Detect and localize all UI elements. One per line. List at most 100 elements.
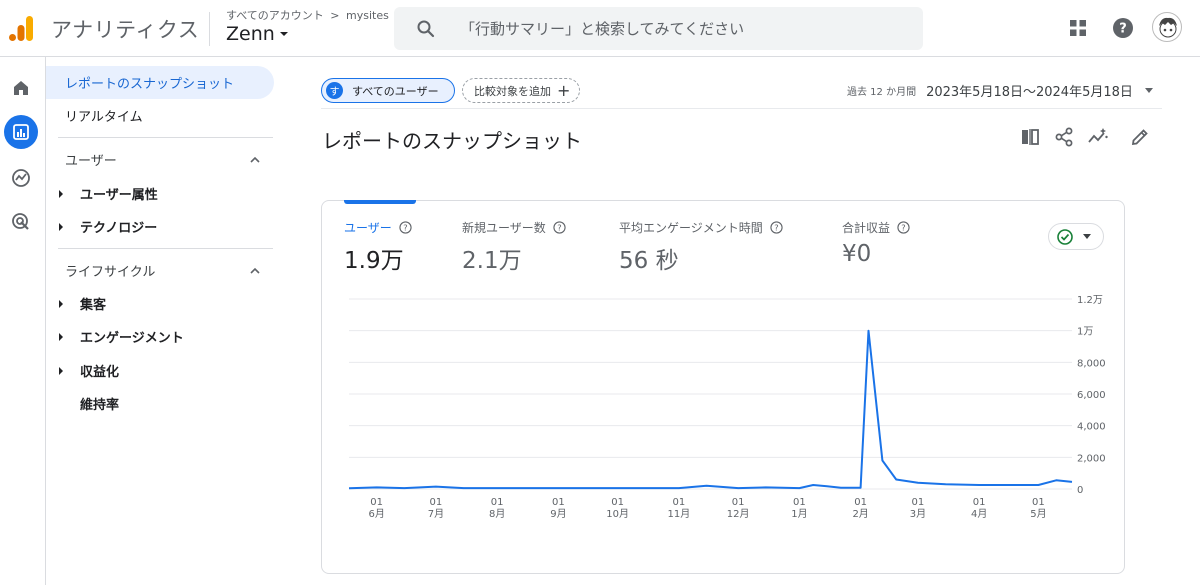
divider xyxy=(58,137,273,138)
rail-advertising[interactable] xyxy=(4,205,38,239)
metric-label: ユーザー xyxy=(344,221,392,235)
search-bar[interactable] xyxy=(394,7,923,50)
svg-text:?: ? xyxy=(1119,22,1127,37)
y-tick-label: 6,000 xyxy=(1077,390,1106,401)
nav-item-technology[interactable]: テクノロジー xyxy=(46,210,274,243)
x-tick-day-label: 01 xyxy=(491,497,504,508)
nav-item-label: 維持率 xyxy=(80,398,120,413)
nav-item-label: テクノロジー xyxy=(80,221,158,236)
divider xyxy=(58,248,273,249)
nav-item-label: エンゲージメント xyxy=(80,331,184,346)
x-tick-day-label: 01 xyxy=(912,497,925,508)
compare-columns-icon[interactable] xyxy=(1019,126,1041,148)
search-icon xyxy=(417,20,435,37)
app-title: アナリティクス xyxy=(51,18,200,42)
nav-item-label: 集客 xyxy=(80,298,107,313)
date-range-value: 2023年5月18日～2024年5月18日 xyxy=(926,85,1133,100)
y-tick-label: 8,000 xyxy=(1077,358,1106,369)
caret-right-icon xyxy=(59,300,63,308)
nav-section-label: ライフサイクル xyxy=(65,264,156,280)
metric-tab-avg-engagement-time[interactable]: 平均エンゲージメント時間 ? 56 秒 xyxy=(619,219,783,275)
metric-tab-users[interactable]: ユーザー ? 1.9万 xyxy=(344,219,412,275)
metric-label: 合計収益 xyxy=(842,221,891,235)
caret-right-icon xyxy=(59,190,63,198)
nav-item-label: ユーザー属性 xyxy=(80,188,158,203)
share-icon[interactable] xyxy=(1053,126,1075,148)
date-range-prefix: 過去 12 か月間 xyxy=(847,87,917,98)
help-circle-icon[interactable]: ? xyxy=(399,221,412,234)
x-tick-month-label: 9月 xyxy=(550,508,566,520)
help-circle-icon[interactable]: ? xyxy=(553,221,566,234)
svg-text:?: ? xyxy=(403,223,407,233)
nav-section-label: ユーザー xyxy=(65,153,117,169)
nav-item-realtime[interactable]: リアルタイム xyxy=(46,99,274,132)
nav-item-retention[interactable]: 維持率 xyxy=(46,387,274,420)
metric-label: 新規ユーザー数 xyxy=(462,221,546,235)
insights-icon[interactable] xyxy=(1087,126,1109,148)
advertising-icon xyxy=(12,213,29,230)
analytics-logo-icon[interactable] xyxy=(8,14,34,42)
breadcrumb[interactable]: すべてのアカウント > mysites xyxy=(226,7,389,23)
add-comparison-label: 比較対象を追加 xyxy=(474,84,551,98)
nav-item-monetization[interactable]: 収益化 xyxy=(46,354,274,387)
help-circle-icon[interactable]: ? xyxy=(770,221,783,234)
x-tick-month-label: 5月 xyxy=(1030,508,1046,520)
chevron-up-icon xyxy=(250,267,260,274)
x-tick-day-label: 01 xyxy=(430,497,443,508)
rail-home[interactable] xyxy=(4,71,38,105)
divider xyxy=(209,12,210,46)
rail-reports[interactable] xyxy=(4,115,38,149)
caret-right-icon xyxy=(59,223,63,231)
property-name: Zenn xyxy=(226,23,275,45)
property-selector[interactable]: Zenn xyxy=(226,23,289,45)
rail-explore[interactable] xyxy=(4,161,38,195)
metric-tab-total-revenue[interactable]: 合計収益 ? ¥0 xyxy=(842,219,910,267)
metric-tab-new-users[interactable]: 新規ユーザー数 ? 2.1万 xyxy=(462,219,566,275)
edit-pencil-icon[interactable] xyxy=(1129,126,1151,148)
caret-down-icon xyxy=(1083,234,1091,239)
page-title: レポートのスナップショット xyxy=(322,129,582,153)
nav-section-lifecycle[interactable]: ライフサイクル xyxy=(46,255,274,285)
nav-item-report-snapshot[interactable]: レポートのスナップショット xyxy=(46,66,274,99)
svg-text:?: ? xyxy=(557,223,561,233)
search-input[interactable] xyxy=(460,19,900,38)
x-tick-month-label: 6月 xyxy=(368,508,384,520)
y-tick-label: 2,000 xyxy=(1077,453,1106,464)
help-icon[interactable]: ? xyxy=(1112,17,1134,39)
help-circle-icon[interactable]: ? xyxy=(897,221,910,234)
chevron-up-icon xyxy=(250,156,260,163)
avatar[interactable] xyxy=(1152,12,1182,42)
divider xyxy=(321,108,1162,109)
metric-value: 1.9万 xyxy=(344,248,404,274)
data-quality-button[interactable] xyxy=(1048,223,1104,250)
breadcrumb-separator-icon: > xyxy=(330,9,340,22)
nav-item-acquisition[interactable]: 集客 xyxy=(46,287,274,320)
date-range-picker[interactable]: 過去 12 か月間 2023年5月18日～2024年5月18日 xyxy=(847,81,1153,100)
metric-value: 56 秒 xyxy=(619,248,679,274)
home-icon xyxy=(14,81,28,95)
x-tick-day-label: 01 xyxy=(611,497,624,508)
add-comparison-button[interactable]: 比較対象を追加 + xyxy=(462,78,580,103)
x-tick-month-label: 10月 xyxy=(606,508,629,520)
nav-item-label: 収益化 xyxy=(80,365,120,380)
x-tick-day-label: 01 xyxy=(854,497,867,508)
y-tick-label: 1.2万 xyxy=(1077,295,1103,306)
nav-item-engagement[interactable]: エンゲージメント xyxy=(46,320,274,353)
users-line-chart: 02,0004,0006,0008,0001万1.2万016月017月018月0… xyxy=(348,295,1106,520)
x-tick-day-label: 01 xyxy=(1032,497,1045,508)
segment-chip-all-users[interactable]: す すべてのユーザー xyxy=(321,78,455,103)
overview-card: ユーザー ? 1.9万 新規ユーザー数 ? 2.1万 平均エンゲージメント時間 … xyxy=(321,200,1125,574)
svg-text:?: ? xyxy=(774,223,778,233)
nav-section-user[interactable]: ユーザー xyxy=(46,144,274,174)
x-tick-month-label: 4月 xyxy=(971,508,987,520)
apps-grid-icon[interactable] xyxy=(1067,17,1089,39)
reports-icon xyxy=(13,124,29,140)
x-tick-day-label: 01 xyxy=(732,497,745,508)
x-tick-month-label: 11月 xyxy=(668,508,691,520)
nav-item-label: リアルタイム xyxy=(65,110,143,125)
metric-value: 2.1万 xyxy=(462,248,522,274)
x-tick-day-label: 01 xyxy=(552,497,565,508)
nav-item-demographics[interactable]: ユーザー属性 xyxy=(46,177,274,210)
y-tick-label: 0 xyxy=(1077,485,1083,496)
explore-icon xyxy=(12,169,30,187)
